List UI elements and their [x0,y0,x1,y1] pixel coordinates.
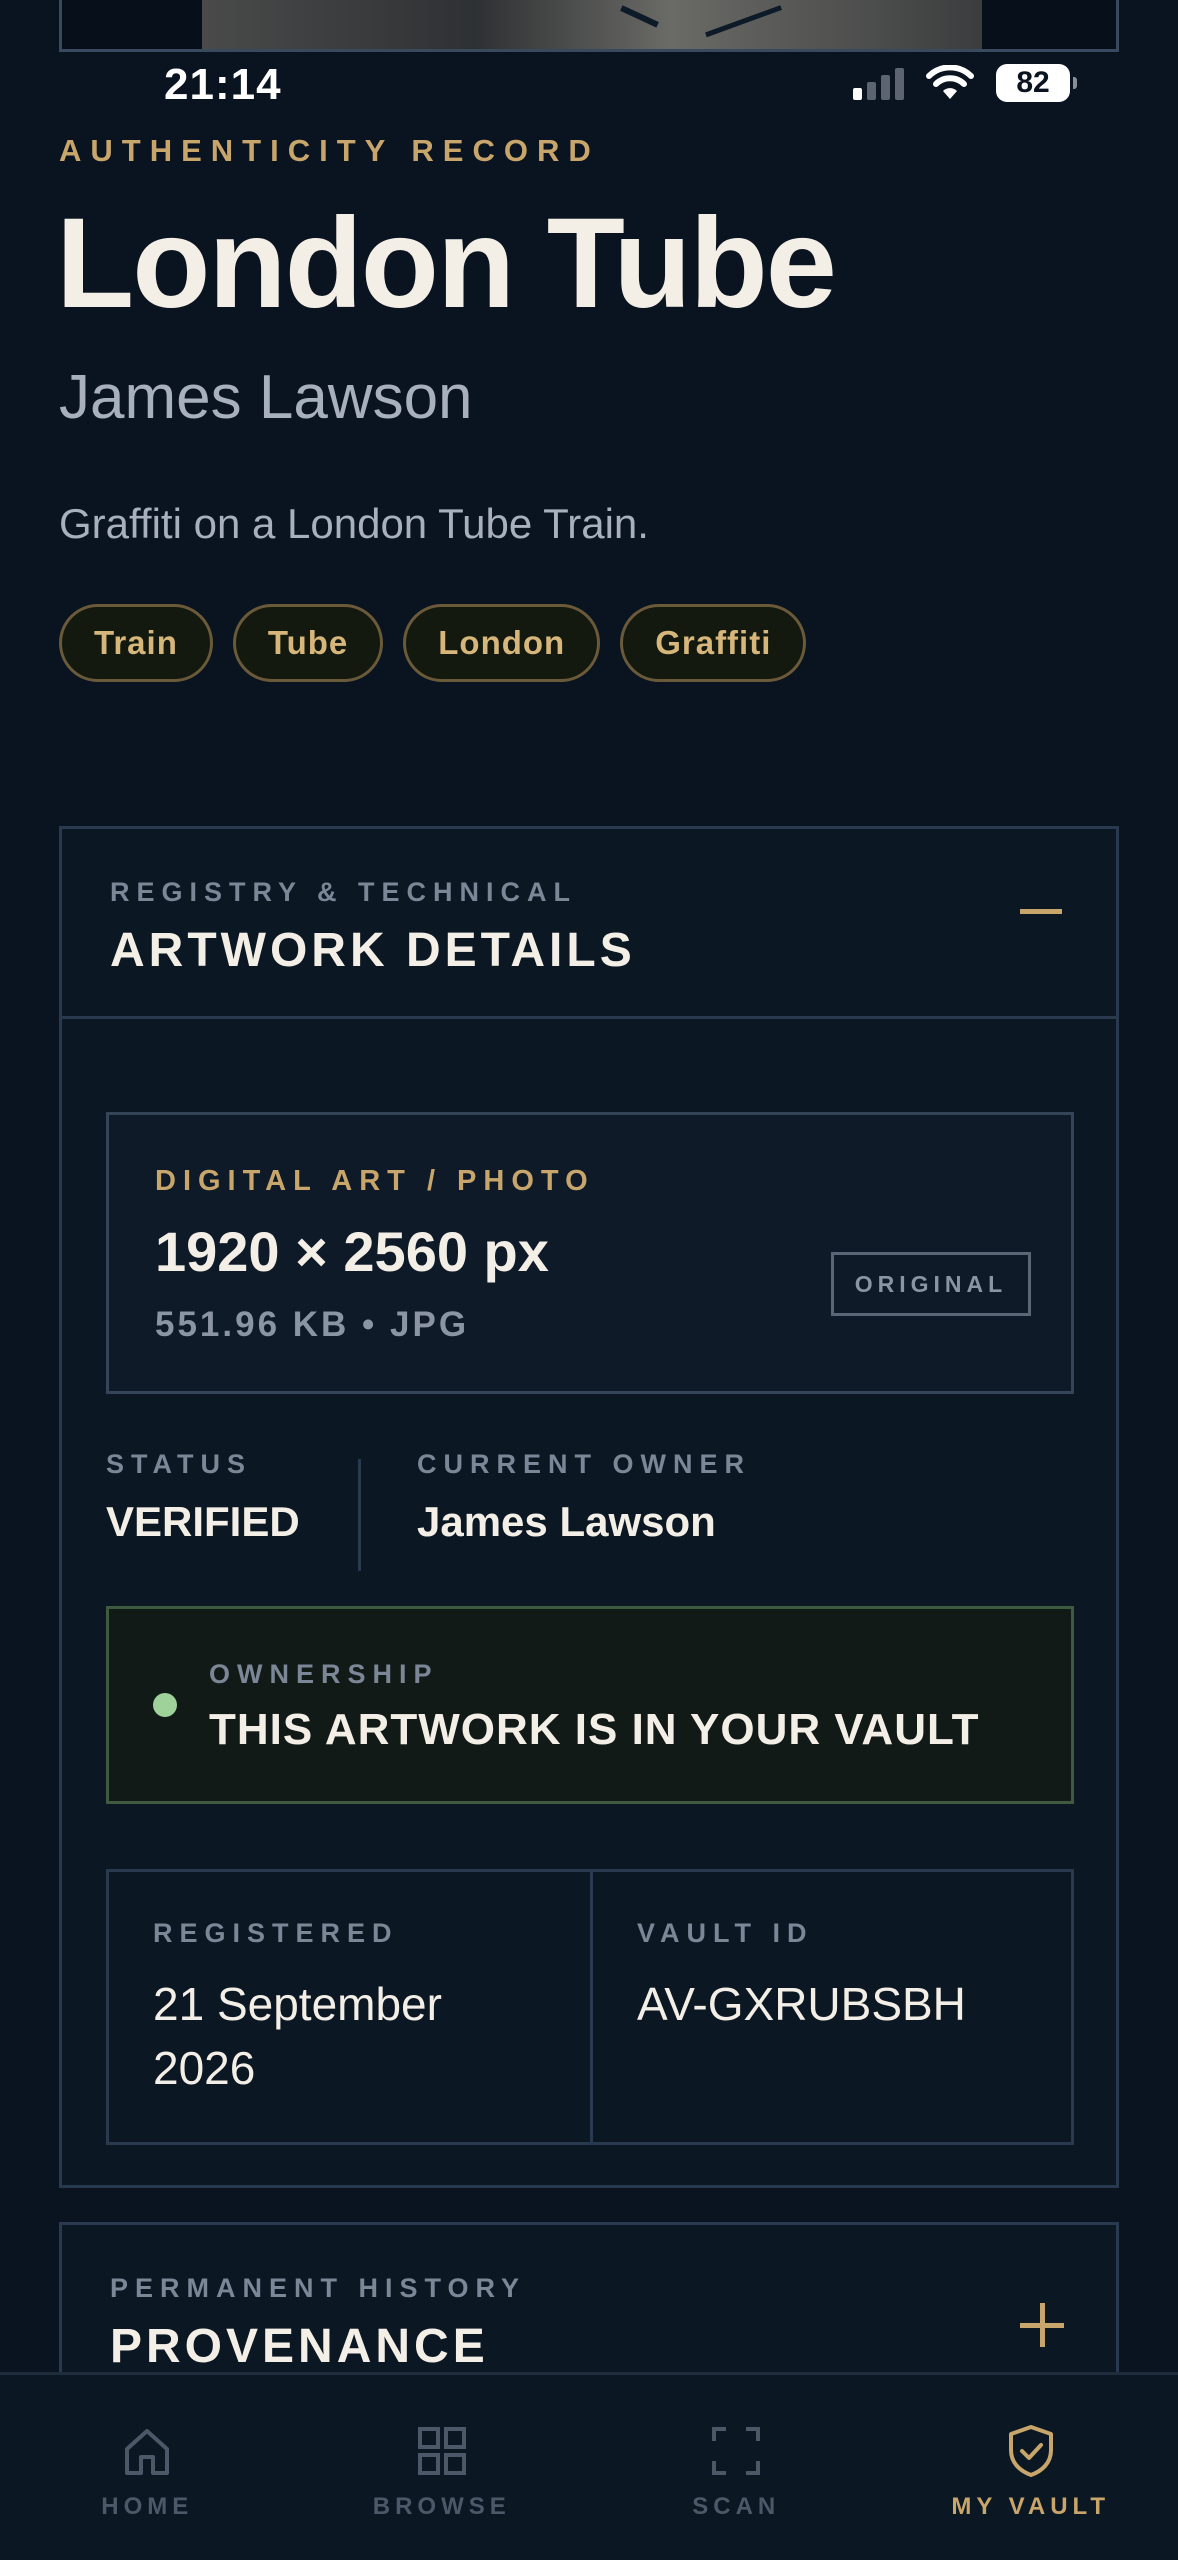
status-icons: 82 [853,64,1077,102]
ownership-banner: OWNERSHIP THIS ARTWORK IS IN YOUR VAULT [106,1606,1074,1804]
registered-label: REGISTERED [153,1918,399,1948]
nav-label: SCAN [692,2493,781,2520]
ownership-text: THIS ARTWORK IS IN YOUR VAULT [209,1705,980,1754]
shield-check-icon [1008,2425,1053,2477]
status-label: STATUS [106,1449,252,1479]
owner-block: CURRENT OWNER James Lawson [417,1449,751,1546]
tag-chip[interactable]: London [403,604,601,682]
artwork-record-page: 21:14 82 AUTHENTICITY RECORD London Tube… [0,0,1178,2560]
home-icon [125,2429,170,2475]
status-value: VERIFIED [106,1498,300,1545]
nav-label: MY VAULT [951,2493,1111,2520]
divider [358,1459,361,1571]
vault-id-cell: VAULT ID AV-GXRUBSBH [590,1872,1071,2142]
nav-scan[interactable]: SCAN [589,2375,884,2560]
section-eyebrow: PERMANENT HISTORY [110,2273,527,2303]
artist-name: James Lawson [59,363,473,432]
nav-browse[interactable]: BROWSE [295,2375,590,2560]
expand-icon[interactable] [1020,2303,1064,2347]
tag-chip[interactable]: Tube [232,604,384,682]
media-info-box: DIGITAL ART / PHOTO 1920 × 2560 px 551.9… [106,1112,1074,1394]
ownership-label: OWNERSHIP [209,1659,439,1689]
artwork-description: Graffiti on a London Tube Train. [59,500,649,547]
artwork-details-header[interactable]: REGISTRY & TECHNICAL ARTWORK DETAILS [62,829,1116,1019]
tag-chip[interactable]: Graffiti [620,604,807,682]
registered-cell: REGISTERED 21 September 2026 [109,1872,590,2142]
section-title: ARTWORK DETAILS [110,924,636,977]
artwork-details-card: REGISTRY & TECHNICAL ARTWORK DETAILS DIG… [59,826,1119,2188]
artwork-title: London Tube [56,192,837,335]
original-badge: ORIGINAL [831,1252,1031,1316]
owner-label: CURRENT OWNER [417,1449,751,1479]
media-kind: DIGITAL ART / PHOTO [155,1165,595,1197]
registry-grid: REGISTERED 21 September 2026 VAULT ID AV… [106,1869,1074,2145]
graffiti-mark [702,0,782,38]
record-eyebrow: AUTHENTICITY RECORD [59,133,600,168]
owner-value: James Lawson [417,1498,716,1545]
media-dimensions: 1920 × 2560 px [155,1220,549,1283]
battery-level: 82 [1016,66,1050,99]
bottom-nav: HOME BROWSE SCAN MY VAULT [0,2372,1178,2560]
graffiti-mark [620,0,664,28]
ownership-status-dot [153,1693,177,1717]
status-owner-row: STATUS VERIFIED CURRENT OWNER James Laws… [106,1449,1074,1589]
collapse-icon[interactable] [1020,909,1062,914]
scan-icon [712,2427,761,2475]
vault-id-label: VAULT ID [637,1918,814,1948]
battery-icon: 82 [996,64,1077,102]
nav-my-vault[interactable]: MY VAULT [884,2375,1178,2560]
nav-home[interactable]: HOME [0,2375,295,2560]
media-file-info: 551.96 KB • JPG [155,1305,470,1344]
nav-label: HOME [101,2493,194,2520]
status-bar: 21:14 82 [0,50,1178,120]
tag-chip[interactable]: Train [59,604,213,682]
artwork-photo [202,0,982,49]
status-time: 21:14 [164,60,282,109]
nav-label: BROWSE [372,2493,511,2520]
wifi-icon [926,65,974,99]
registered-date: 21 September 2026 [153,1978,442,2095]
section-title: PROVENANCE [110,2320,489,2373]
grid-icon [417,2427,466,2475]
cellular-signal-icon [853,66,904,100]
section-eyebrow: REGISTRY & TECHNICAL [110,877,578,907]
vault-id-value: AV-GXRUBSBH [637,1978,966,2030]
tag-list: Train Tube London Graffiti [59,604,807,682]
status-block: STATUS VERIFIED [106,1449,300,1546]
artwork-image-preview[interactable] [59,0,1119,52]
